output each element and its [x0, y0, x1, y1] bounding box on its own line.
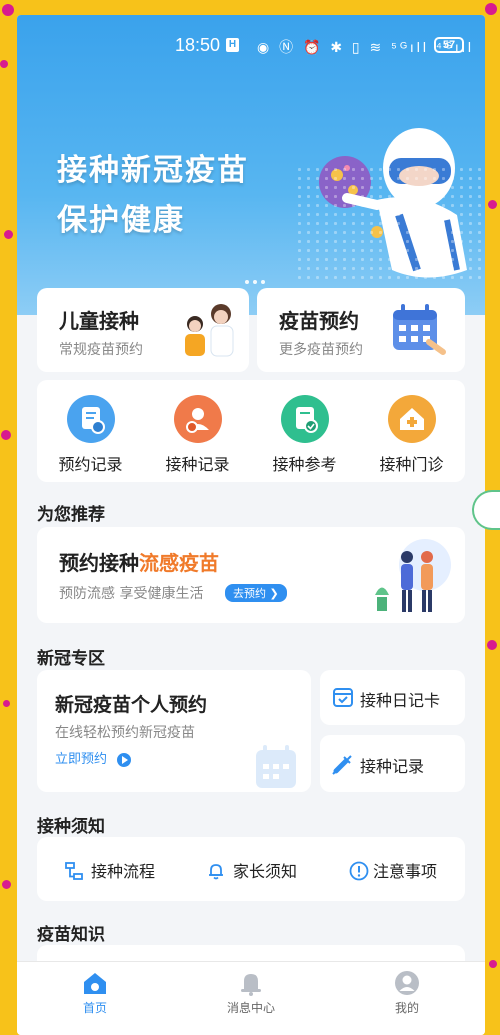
status-bar: 18:50 H ◉ Ⓝ ⏰ ✱ ▯ ≋ ⁵ᴳıll ⁴ᴳıll 57	[17, 35, 485, 57]
vaccine-appointment-title: 疫苗预约	[279, 309, 359, 333]
notice-item-label: 接种流程	[91, 862, 156, 881]
confetti-dot	[485, 3, 497, 15]
battery-icon: 57	[434, 37, 464, 53]
covid-appointment-card[interactable]: 新冠疫苗个人预约 在线轻松预约新冠疫苗 立即预约	[37, 670, 311, 792]
user-icon	[395, 971, 419, 995]
confetti-dot	[488, 200, 497, 209]
banner-dot[interactable]	[245, 280, 249, 284]
go-appointment-button[interactable]: 去预约 ❯	[225, 584, 287, 602]
hero-title-line2: 保护健康	[57, 203, 185, 238]
vaccine-appointment-subtitle: 更多疫苗预约	[279, 342, 363, 358]
person-clock-icon	[173, 395, 222, 443]
notice-item-precautions[interactable]: 注意事项	[349, 858, 437, 882]
quick-action-vaccination-reference[interactable]: 接种参考	[251, 380, 358, 475]
notice-section-title: 接种须知	[37, 817, 105, 837]
covid-appointment-title: 新冠疫苗个人预约	[55, 694, 208, 716]
vaccination-diary-label: 接种日记卡	[360, 691, 441, 710]
recommend-title-highlight: 流感疫苗	[139, 551, 219, 575]
bottom-tab-bar: 首页 消息中心 我的	[17, 961, 485, 1035]
banner-pagination[interactable]	[245, 269, 269, 288]
banner-dot[interactable]	[253, 280, 257, 284]
recommend-subtitle: 预防流感 享受健康生活	[59, 586, 204, 602]
confetti-dot	[1, 430, 11, 440]
bell-icon	[209, 864, 223, 880]
book-now-label: 立即预约	[55, 752, 108, 767]
quick-action-vaccination-records[interactable]: 接种记录	[144, 380, 251, 475]
quick-action-label: 预约记录	[58, 455, 123, 474]
children-vaccination-title: 儿童接种	[59, 309, 139, 333]
flowchart-icon	[65, 862, 83, 880]
tab-messages[interactable]: 消息中心	[173, 970, 329, 1016]
status-time: 18:50	[175, 35, 221, 55]
tab-messages-label: 消息中心	[226, 1001, 275, 1015]
quick-action-appointment-records[interactable]: 预约记录	[37, 380, 144, 475]
recommend-section-title: 为您推荐	[37, 505, 105, 525]
covid-vaccination-record-label: 接种记录	[360, 757, 425, 776]
quick-actions: 预约记录 接种记录 接种参考 接种门诊	[37, 380, 465, 482]
vaccination-diary-card[interactable]: 接种日记卡	[320, 670, 465, 725]
quick-action-label: 接种记录	[165, 455, 230, 474]
children-vaccination-card[interactable]: 儿童接种 常规疫苗预约	[37, 288, 249, 372]
doctor-child-illustration-icon	[185, 304, 234, 357]
book-now-link[interactable]: 立即预约	[55, 748, 132, 767]
notice-item-parents[interactable]: 家长须知	[207, 858, 297, 882]
quick-action-label: 接种门诊	[379, 455, 444, 474]
confetti-dot	[4, 230, 13, 239]
syringe-icon	[332, 755, 352, 775]
vaccine-appointment-card[interactable]: 疫苗预约 更多疫苗预约	[257, 288, 465, 372]
clinic-house-icon	[387, 395, 436, 443]
document-clock-icon	[66, 395, 115, 443]
exclamation-circle-icon	[349, 861, 369, 881]
hero-banner[interactable]: 18:50 H ◉ Ⓝ ⏰ ✱ ▯ ≋ ⁵ᴳıll ⁴ᴳıll 57 接种新冠疫…	[17, 15, 485, 315]
confetti-dot	[487, 640, 497, 650]
notice-card: 接种流程 家长须知 注意事项	[37, 837, 465, 901]
quick-action-label: 接种参考	[272, 455, 337, 474]
astronaut-illustration-icon	[319, 128, 467, 278]
children-vaccination-subtitle: 常规疫苗预约	[59, 342, 143, 358]
confetti-dot	[2, 880, 11, 889]
tab-home[interactable]: 首页	[17, 970, 173, 1016]
quick-action-vaccination-clinic[interactable]: 接种门诊	[358, 380, 465, 475]
flu-vaccine-recommend-card[interactable]: 预约接种流感疫苗 预防流感 享受健康生活 去预约 ❯	[37, 527, 465, 623]
recommend-title-prefix: 预约接种	[59, 551, 139, 575]
banner-dot[interactable]	[261, 280, 265, 284]
home-icon	[84, 973, 106, 994]
notice-item-label: 注意事项	[373, 862, 438, 881]
hero-title-line1: 接种新冠疫苗	[57, 153, 249, 188]
notice-item-process[interactable]: 接种流程	[65, 858, 155, 882]
confetti-dot	[0, 60, 8, 68]
tab-home-label: 首页	[82, 1001, 107, 1015]
tab-profile[interactable]: 我的	[329, 970, 485, 1016]
covid-vaccination-record-card[interactable]: 接种记录	[320, 735, 465, 792]
calendar-icon	[393, 304, 446, 355]
tab-profile-label: 我的	[394, 1001, 419, 1015]
covid-appointment-subtitle: 在线轻松预约新冠疫苗	[55, 725, 195, 741]
notice-item-label: 家长须知	[233, 862, 298, 881]
phone-screen: 18:50 H ◉ Ⓝ ⏰ ✱ ▯ ≋ ⁵ᴳıll ⁴ᴳıll 57 接种新冠疫…	[17, 15, 485, 1035]
confetti-dot	[489, 960, 497, 968]
recommend-title: 预约接种流感疫苗	[59, 547, 219, 576]
bell-icon	[241, 974, 261, 996]
knowledge-section-title: 疫苗知识	[37, 925, 105, 945]
calendar-watermark-icon	[256, 745, 296, 788]
play-circle-icon	[117, 752, 132, 767]
family-vaccination-illustration-icon	[375, 539, 451, 612]
document-check-icon	[280, 395, 329, 443]
confetti-dot	[2, 4, 14, 16]
covid-section-title: 新冠专区	[37, 649, 105, 669]
calendar-check-icon	[333, 688, 353, 707]
hd-badge-icon: H	[226, 38, 239, 52]
confetti-dot	[3, 700, 10, 707]
